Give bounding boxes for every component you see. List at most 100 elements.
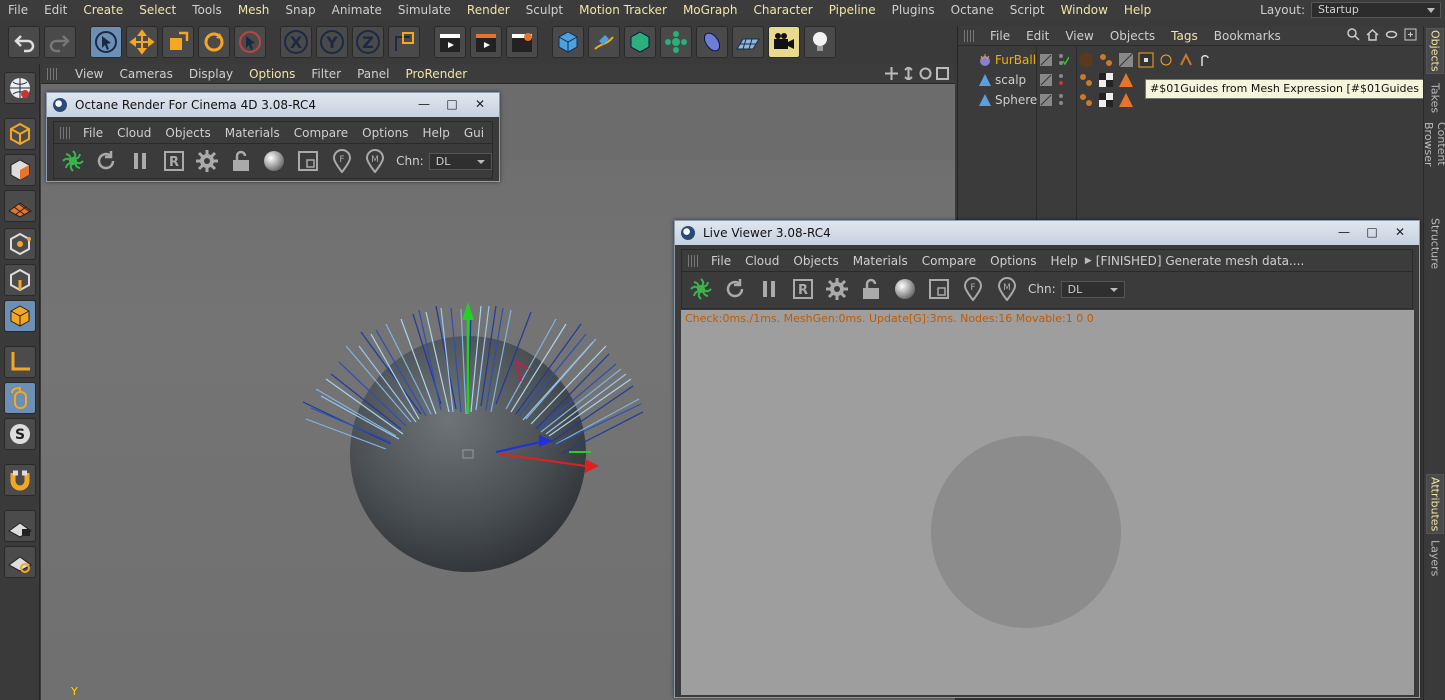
octane-menu-compare[interactable]: Compare — [287, 126, 355, 140]
redo-button[interactable] — [44, 26, 76, 58]
octane-menu-cloud[interactable]: Cloud — [110, 126, 158, 140]
visibility-dots-icon[interactable] — [1057, 92, 1069, 108]
objects-menu-tags[interactable]: Tags — [1163, 29, 1206, 43]
objects-menu-edit[interactable]: Edit — [1018, 29, 1057, 43]
lv-menu-compare[interactable]: Compare — [915, 254, 983, 268]
lock-button[interactable] — [226, 146, 256, 176]
tab-attributes[interactable]: Attributes — [1426, 474, 1444, 534]
lv-menu-file[interactable]: File — [704, 254, 738, 268]
settings-button[interactable] — [192, 146, 222, 176]
live-viewer-titlebar[interactable]: Live Viewer 3.08-RC4 — □ ✕ — [675, 221, 1419, 245]
octane-window-titlebar[interactable]: Octane Render For Cinema 4D 3.08-RC4 — □… — [47, 93, 499, 117]
start-render-button[interactable] — [58, 146, 88, 176]
start-render-button[interactable] — [686, 274, 716, 304]
subdivision-button[interactable] — [624, 26, 656, 58]
render-region-button[interactable]: R — [159, 146, 189, 176]
workplane-mode-button[interactable] — [4, 190, 36, 222]
layer-toggle-icon[interactable] — [1039, 53, 1053, 67]
light-button[interactable] — [804, 26, 836, 58]
visibility-dots-icon[interactable] — [1057, 72, 1069, 88]
viewport-menu-prorender[interactable]: ProRender — [397, 67, 475, 81]
menu-character[interactable]: Character — [745, 0, 820, 20]
pause-render-button[interactable] — [125, 146, 155, 176]
hair-tag-icon[interactable] — [1078, 72, 1094, 88]
restart-render-button[interactable] — [720, 274, 750, 304]
snap-button[interactable] — [4, 464, 36, 496]
viewport-menu-view[interactable]: View — [67, 67, 111, 81]
visibility-dots-icon[interactable] — [1057, 52, 1069, 68]
region-button[interactable] — [924, 274, 954, 304]
search-icon[interactable] — [1347, 28, 1360, 41]
live-viewer-render-area[interactable]: Check:0ms./1ms. MeshGen:0ms. Update[G]:3… — [681, 310, 1414, 695]
link-icon[interactable] — [1385, 28, 1398, 41]
menu-window[interactable]: Window — [1053, 0, 1116, 20]
focus-picker-button[interactable]: F — [327, 146, 357, 176]
menu-tools[interactable]: Tools — [184, 0, 230, 20]
menu-script[interactable]: Script — [1002, 0, 1053, 20]
close-button[interactable]: ✕ — [467, 95, 493, 113]
viewport-menu-display[interactable]: Display — [181, 67, 241, 81]
octane-menu-materials[interactable]: Materials — [218, 126, 287, 140]
octane-menu-file[interactable]: File — [76, 126, 110, 140]
panel-grip[interactable] — [47, 67, 59, 80]
polygons-mode-button[interactable] — [4, 300, 36, 332]
lv-menu-objects[interactable]: Objects — [786, 254, 845, 268]
hair-tag-icon[interactable] — [1098, 52, 1114, 68]
menu-simulate[interactable]: Simulate — [390, 0, 459, 20]
texture-mode-button[interactable] — [4, 154, 36, 186]
make-editable-button[interactable] — [4, 72, 36, 104]
orbit-icon[interactable] — [919, 67, 932, 80]
scale-tool-button[interactable] — [162, 26, 194, 58]
pan-icon[interactable] — [885, 67, 898, 80]
layer-toggle-icon[interactable] — [1039, 73, 1053, 87]
region-button[interactable] — [293, 146, 323, 176]
menu-snap[interactable]: Snap — [277, 0, 323, 20]
layer-toggle-icon[interactable] — [1039, 93, 1053, 107]
pen-button[interactable] — [588, 26, 620, 58]
menu-mesh[interactable]: Mesh — [230, 0, 278, 20]
lock-workplane-button[interactable] — [4, 510, 36, 542]
planar-workplane-button[interactable] — [4, 546, 36, 578]
tab-layers[interactable]: Layers — [1426, 538, 1444, 578]
menu-plugins[interactable]: Plugins — [884, 0, 943, 20]
coordinate-system-button[interactable] — [388, 26, 420, 58]
settings-button[interactable] — [822, 274, 852, 304]
edges-mode-button[interactable] — [4, 264, 36, 296]
render-region-button[interactable]: R — [788, 274, 818, 304]
material-preview-button[interactable] — [260, 146, 290, 176]
select-tool-button[interactable] — [234, 26, 266, 58]
tab-content-browser[interactable]: Content Browser — [1422, 122, 1445, 208]
panel-grip[interactable] — [60, 126, 70, 139]
lv-menu-options[interactable]: Options — [983, 254, 1043, 268]
cube-button[interactable] — [552, 26, 584, 58]
menu-edit[interactable]: Edit — [36, 0, 75, 20]
panel-grip[interactable] — [688, 254, 698, 267]
style-tag-icon[interactable] — [1178, 52, 1194, 68]
octane-menu-options[interactable]: Options — [355, 126, 415, 140]
material-tag-icon[interactable] — [1078, 52, 1094, 68]
maximize-button[interactable]: □ — [439, 95, 465, 113]
menu-animate[interactable]: Animate — [324, 0, 390, 20]
maximize-button[interactable]: □ — [1359, 223, 1385, 241]
new-window-icon[interactable] — [1404, 28, 1417, 41]
dynamics-tag-icon[interactable] — [1158, 52, 1174, 68]
tab-takes[interactable]: Takes — [1426, 78, 1444, 118]
camera-button[interactable] — [768, 26, 800, 58]
array-button[interactable] — [660, 26, 692, 58]
menu-select[interactable]: Select — [131, 0, 184, 20]
material-picker-button[interactable]: M — [360, 146, 390, 176]
objects-menu-file[interactable]: File — [982, 29, 1018, 43]
restart-render-button[interactable] — [92, 146, 122, 176]
render-view-button[interactable] — [434, 26, 466, 58]
octane-menu-gui[interactable]: Gui — [457, 126, 491, 140]
material-picker-button[interactable]: M — [992, 274, 1022, 304]
objects-menu-view[interactable]: View — [1057, 29, 1101, 43]
material-preview-button[interactable] — [890, 274, 920, 304]
menu-motion-tracker[interactable]: Motion Tracker — [571, 0, 675, 20]
channel-dropdown[interactable]: DL — [1060, 280, 1125, 298]
panel-grip[interactable] — [964, 29, 974, 42]
y-axis-button[interactable]: Y — [316, 26, 348, 58]
menu-sculpt[interactable]: Sculpt — [518, 0, 571, 20]
menu-pipeline[interactable]: Pipeline — [821, 0, 884, 20]
points-mode-button[interactable] — [4, 228, 36, 260]
